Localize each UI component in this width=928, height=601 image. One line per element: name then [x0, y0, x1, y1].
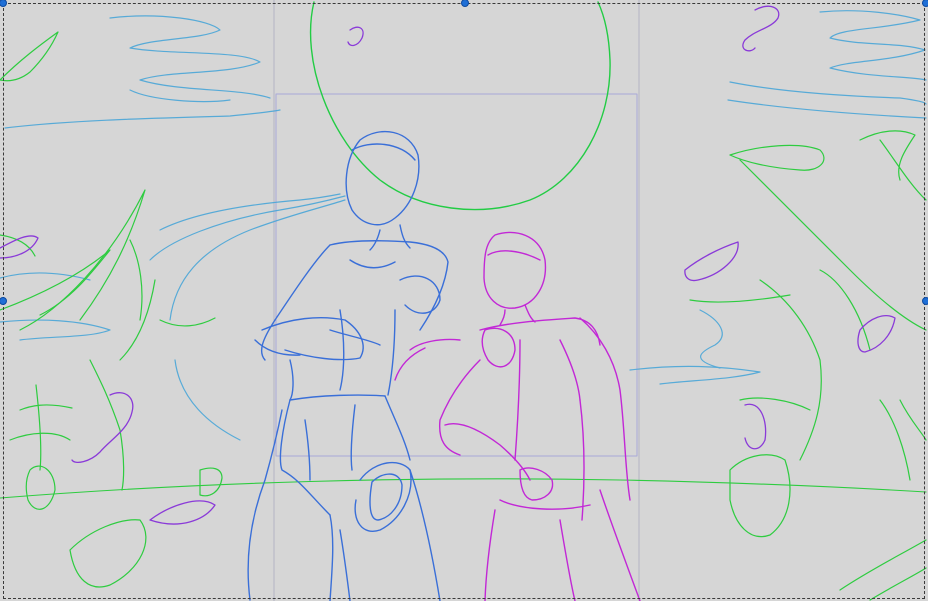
branch-right-5 [899, 399, 927, 441]
blue-inner-leg [350, 404, 356, 471]
accent-left-3 [149, 500, 216, 525]
blue-torso-left [339, 309, 345, 391]
rock-left [25, 465, 56, 510]
blue-torso-right [387, 309, 396, 396]
selection-handle-middle-right[interactable] [922, 297, 928, 305]
magenta-right-leg [599, 489, 641, 601]
blue-left-shin [329, 514, 334, 601]
sketch-artwork[interactable] [0, 0, 928, 601]
accent-left-2 [71, 392, 134, 463]
blue-shield-inner [369, 473, 403, 521]
magenta-right-arm [579, 317, 631, 501]
plant-stem-2 [19, 404, 73, 411]
leaf-left-2 [19, 189, 146, 331]
magenta-hair-flow-2 [394, 347, 426, 381]
magenta-figure-layer [394, 231, 641, 601]
blue-right-leg [409, 469, 441, 601]
moon-circle [309, 1, 611, 211]
blue-hip-left [289, 359, 294, 401]
magenta-hair [487, 250, 541, 261]
cloud-stroke-6 [727, 99, 927, 119]
magenta-neck-left [499, 309, 506, 326]
ground-layer [0, 478, 927, 499]
cloud-stroke-3 [129, 89, 231, 103]
magenta-head [483, 231, 547, 309]
magenta-torso-right [579, 399, 585, 521]
moon-layer [309, 1, 611, 211]
magenta-left-arm-upper [438, 359, 481, 456]
hair-flow-4 [174, 359, 241, 441]
magenta-torso-left [514, 339, 521, 461]
cloud-stroke-9 [629, 365, 761, 385]
magenta-hair-flow [409, 338, 461, 351]
rock-right [729, 454, 791, 538]
blue-leg-line [304, 419, 311, 481]
rock-small [199, 467, 223, 497]
guide-frame [275, 93, 638, 457]
sky-clouds-layer [0, 10, 927, 441]
leaf-right-4 [879, 139, 927, 201]
magenta-left-shoulder [481, 327, 516, 368]
accent-swirl-top [347, 26, 364, 47]
grass-left [159, 317, 216, 327]
accent-right-1 [684, 241, 739, 282]
rock-bottom-left [69, 519, 147, 588]
cloud-stroke-10 [699, 309, 723, 369]
magenta-chest-line [559, 339, 581, 401]
blue-left-arm-upper [260, 244, 331, 361]
cloud-stroke-1 [109, 15, 271, 99]
tree-trunk-left [89, 359, 125, 491]
layout-guides [273, 0, 640, 601]
accent-right-2 [857, 315, 896, 353]
magenta-fist [519, 467, 554, 501]
leaf-right-2 [739, 159, 927, 331]
cloud-stroke-4 [819, 10, 927, 81]
hair-flow-1 [159, 193, 341, 231]
magenta-shoulders [479, 317, 601, 346]
selection-handle-top-right[interactable] [922, 0, 928, 7]
drawing-canvas[interactable] [0, 0, 928, 601]
magenta-neck-right [524, 304, 536, 323]
blue-head-hair [351, 143, 416, 161]
blue-shield-outer [354, 461, 412, 532]
blue-right-hip [384, 395, 411, 461]
blue-right-inner [339, 529, 351, 601]
foliage-layer [0, 31, 927, 601]
tree-trunk-right [759, 279, 822, 461]
blue-left-leg [279, 399, 331, 516]
blue-neck-right [399, 224, 411, 249]
branch-right-2 [689, 294, 791, 303]
branch-left-2 [129, 239, 143, 321]
plant-stem-1 [35, 384, 42, 471]
accent-swirl-top-right [742, 5, 780, 52]
blue-head [345, 130, 420, 226]
grass-right-2 [869, 567, 927, 601]
grass-right-1 [839, 539, 927, 591]
ground-horizon [0, 478, 927, 499]
blue-outer-leg [247, 409, 283, 601]
cloud-stroke-5 [729, 81, 927, 105]
cloud-stroke-8 [0, 319, 111, 341]
blue-collar [349, 259, 396, 269]
branch-right-4 [879, 399, 911, 481]
blue-waist [289, 394, 386, 401]
blue-arm-detail [329, 329, 381, 346]
magenta-mid-leg [559, 519, 576, 601]
blue-shoulders [329, 240, 449, 331]
branch-left-1 [119, 279, 156, 361]
leaf-left-1 [0, 249, 111, 316]
accent-right-3 [744, 403, 767, 450]
leaf-right-1 [729, 144, 825, 171]
leaf-right-3 [859, 130, 916, 181]
leaf-top-left [0, 31, 59, 82]
magenta-waist [499, 499, 591, 510]
hair-flow-3 [169, 199, 346, 321]
cloud-stroke-2 [4, 109, 281, 129]
blue-neck-left [369, 229, 381, 251]
magenta-left-leg [484, 509, 496, 601]
accent-left-1 [0, 235, 39, 259]
